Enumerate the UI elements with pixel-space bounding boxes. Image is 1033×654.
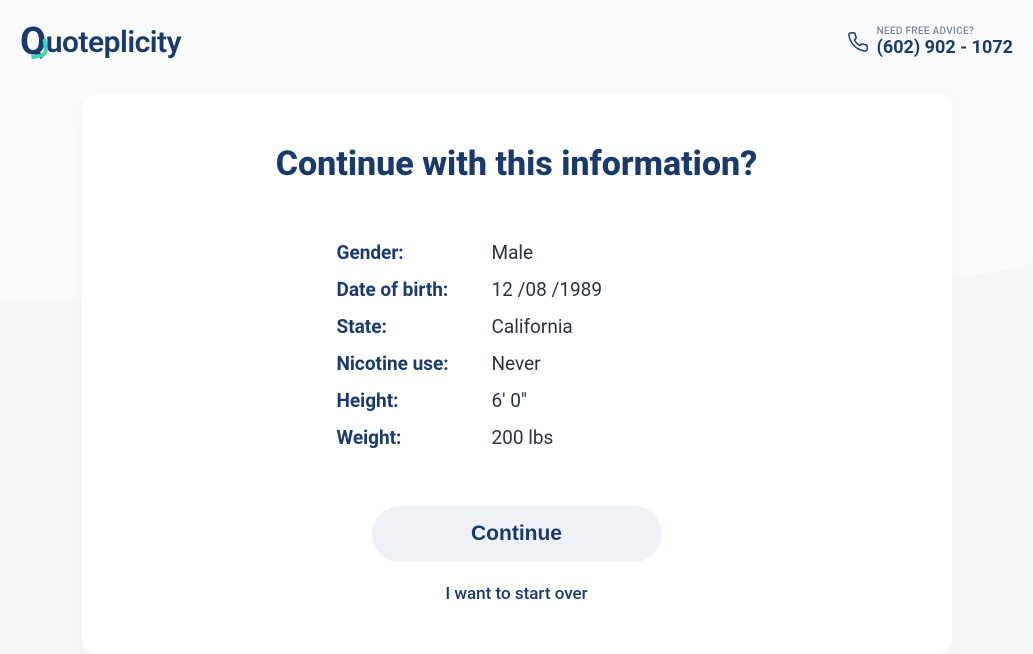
- contact-block[interactable]: NEED FREE ADVICE? (602) 902 - 1072: [847, 26, 1013, 58]
- info-value: 200 lbs: [492, 426, 554, 449]
- info-label: Nicotine use:: [337, 352, 492, 375]
- info-row-height: Height: 6' 0": [337, 382, 697, 419]
- contact-text: NEED FREE ADVICE? (602) 902 - 1072: [877, 26, 1013, 58]
- header: Quoteplicity NEED FREE ADVICE? (602) 902…: [0, 0, 1033, 64]
- info-table: Gender: Male Date of birth: 12 /08 /1989…: [337, 234, 697, 456]
- logo-q-letter: Q: [20, 20, 46, 64]
- info-row-dob: Date of birth: 12 /08 /1989: [337, 271, 697, 308]
- info-value: California: [492, 315, 573, 338]
- info-label: State:: [337, 315, 492, 338]
- logo-text: uoteplicity: [46, 25, 181, 60]
- info-label: Gender:: [337, 241, 492, 264]
- info-row-gender: Gender: Male: [337, 234, 697, 271]
- info-value: 12 /08 /1989: [492, 278, 603, 301]
- logo[interactable]: Quoteplicity: [20, 20, 181, 64]
- info-value: Male: [492, 241, 534, 264]
- info-value: Never: [492, 352, 541, 375]
- start-over-link[interactable]: I want to start over: [142, 584, 892, 604]
- card-title: Continue with this information?: [142, 144, 892, 184]
- info-row-nicotine: Nicotine use: Never: [337, 345, 697, 382]
- info-label: Height:: [337, 389, 492, 412]
- info-row-weight: Weight: 200 lbs: [337, 419, 697, 456]
- info-label: Date of birth:: [337, 278, 492, 301]
- advice-label: NEED FREE ADVICE?: [877, 26, 974, 37]
- info-row-state: State: California: [337, 308, 697, 345]
- phone-number: (602) 902 - 1072: [877, 37, 1013, 58]
- confirmation-card: Continue with this information? Gender: …: [82, 94, 952, 654]
- info-value: 6' 0": [492, 389, 527, 412]
- phone-icon: [847, 31, 869, 53]
- info-label: Weight:: [337, 426, 492, 449]
- continue-button[interactable]: Continue: [372, 506, 662, 562]
